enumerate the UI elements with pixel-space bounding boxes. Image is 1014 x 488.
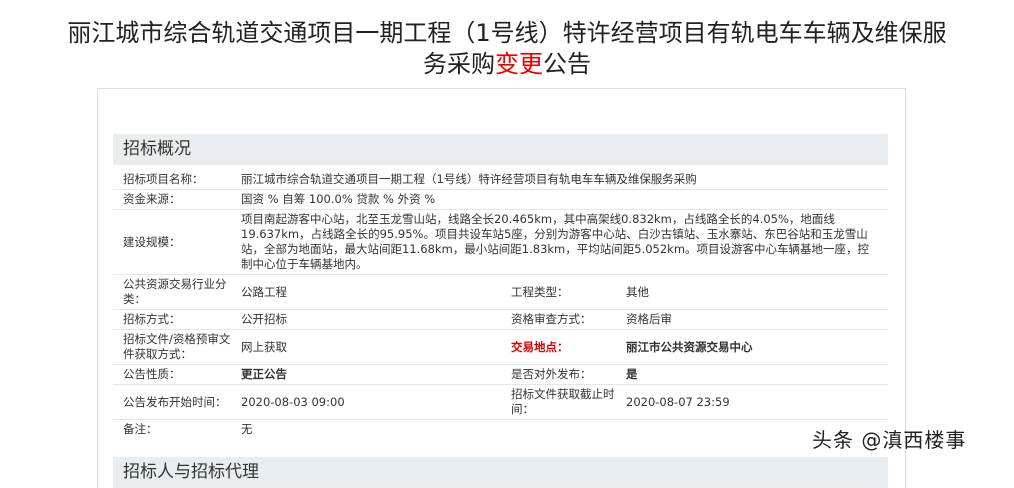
label: 资金来源： — [113, 189, 231, 210]
table-row: 招标文件/资格预审文件获取方式： 网上获取 交易地点： 丽江市公共资源交易中心 — [113, 329, 888, 365]
label: 备注： — [123, 422, 158, 436]
value: 无 — [241, 422, 253, 436]
value: 项目南起游客中心站，北至玉龙雪山站，线路全长20.465km，其中高架线0.83… — [231, 209, 888, 275]
label: 招标文件获取截止时间： — [501, 384, 616, 420]
title-line-1: 丽江城市综合轨道交通项目一期工程（1号线）特许经营项目有轨电车车辆及维保服 — [67, 19, 947, 47]
watermark: 头条 @滇西楼事 — [812, 428, 967, 452]
label: 工程类型： — [501, 274, 616, 310]
value: 更正公告 — [231, 364, 501, 385]
value: 是 — [616, 364, 888, 385]
table-row: 招标方式： 公开招标 资格审查方式： 资格后审 — [113, 309, 888, 330]
title-highlight: 变更 — [495, 50, 543, 78]
table-row: 备注： 无 — [113, 420, 888, 440]
value: 2020-08-07 23:59 — [616, 384, 888, 420]
label: 招标项目名称： — [113, 170, 231, 190]
value: 资格后审 — [616, 309, 888, 330]
value: 2020-08-03 09:00 — [231, 384, 501, 420]
label: 建设规模： — [113, 209, 231, 275]
value: 国资 % 自筹 100.0% 贷款 % 外资 % — [231, 189, 888, 210]
label: 公共资源交易行业分类： — [113, 274, 231, 310]
value: 其他 — [616, 274, 888, 310]
label: 交易地点： — [501, 329, 616, 365]
title-text: 公告 — [543, 50, 591, 78]
value: 丽江城市综合轨道交通项目一期工程（1号线）特许经营项目有轨电车车辆及维保服务采购 — [231, 170, 888, 190]
label: 公告发布开始时间： — [113, 384, 231, 420]
table-row: 公告发布开始时间： 2020-08-03 09:00 招标文件获取截止时间： 2020… — [113, 384, 888, 420]
label: 招标文件/资格预审文件获取方式： — [113, 329, 231, 365]
table-row: 公共资源交易行业分类： 公路工程 工程类型： 其他 — [113, 274, 888, 310]
announcement-panel: 招标概况 招标项目名称： 丽江城市综合轨道交通项目一期工程（1号线）特许经营项目有… — [97, 88, 906, 488]
page-title: 丽江城市综合轨道交通项目一期工程（1号线）特许经营项目有轨电车车辆及维保服 务采… — [0, 18, 1014, 80]
table-row: 招标项目名称： 丽江城市综合轨道交通项目一期工程（1号线）特许经营项目有轨电车车辆… — [113, 170, 888, 190]
label: 招标方式： — [113, 309, 231, 330]
value: 丽江市公共资源交易中心 — [616, 329, 888, 365]
table-row: 建设规模： 项目南起游客中心站，北至玉龙雪山站，线路全长20.465km，其中高架… — [113, 209, 888, 275]
section-heading-overview: 招标概况 — [113, 134, 888, 165]
section-heading-tenderer: 招标人与招标代理 — [113, 457, 888, 488]
label: 公告性质： — [113, 364, 231, 385]
value: 公开招标 — [231, 309, 501, 330]
value: 公路工程 — [231, 274, 501, 310]
title-line-2: 务采购变更公告 — [0, 49, 1014, 80]
label: 资格审查方式： — [501, 309, 616, 330]
table-row: 公告性质： 更正公告 是否对外发布：是 — [113, 364, 888, 385]
table-row: 资金来源： 国资 % 自筹 100.0% 贷款 % 外资 % — [113, 189, 888, 210]
value: 网上获取 — [231, 329, 501, 365]
label: 是否对外发布： — [501, 364, 616, 385]
title-text: 务采购 — [423, 50, 495, 78]
overview-table: 招标项目名称： 丽江城市综合轨道交通项目一期工程（1号线）特许经营项目有轨电车车辆… — [113, 170, 888, 439]
